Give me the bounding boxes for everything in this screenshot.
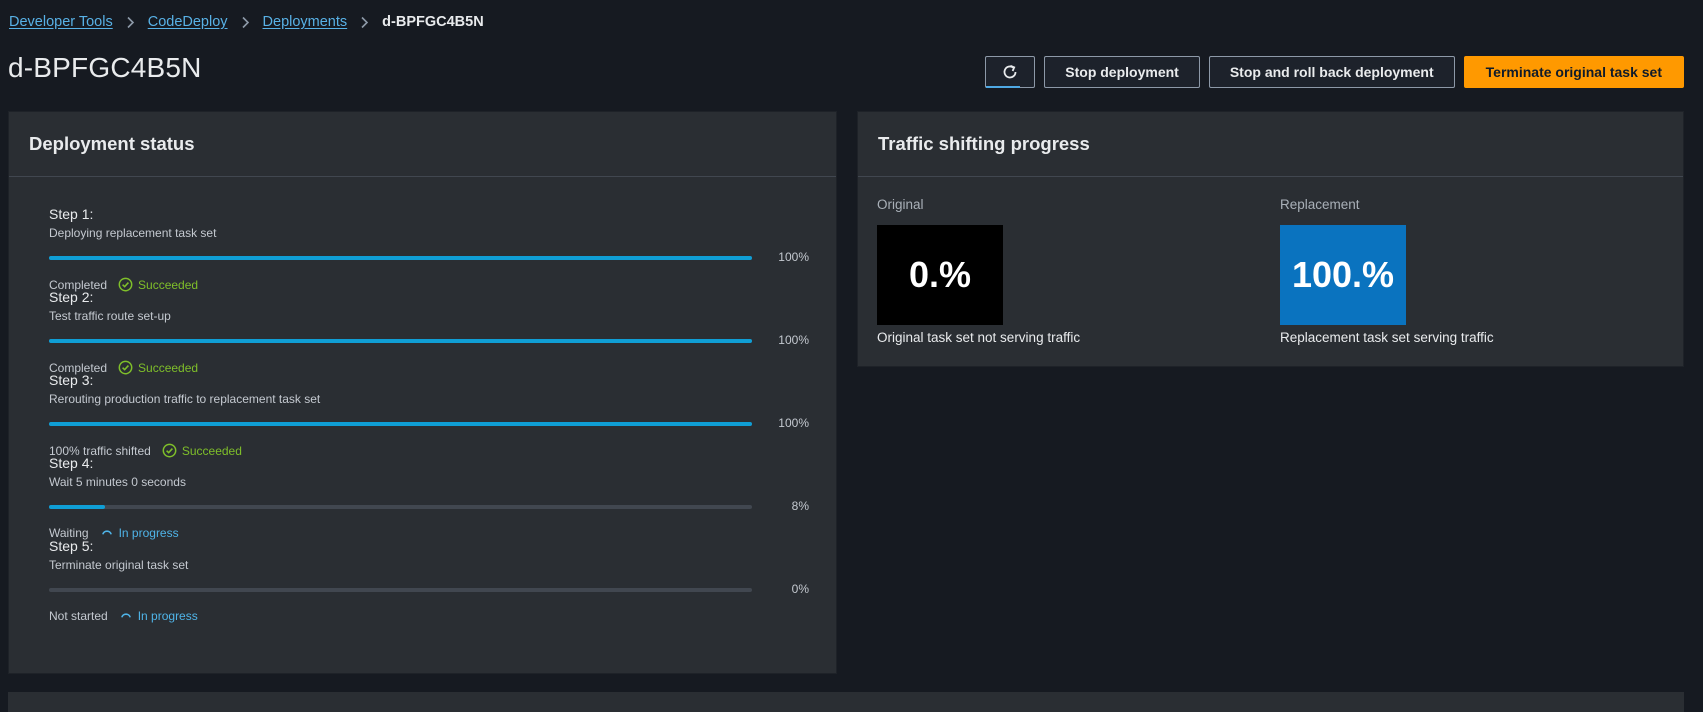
terminate-task-set-button[interactable]: Terminate original task set bbox=[1463, 56, 1684, 88]
traffic-shifting-title: Traffic shifting progress bbox=[858, 112, 1683, 177]
step-title: Step 1: bbox=[49, 206, 94, 222]
progress-track bbox=[49, 422, 752, 426]
original-traffic: Original 0.% Original task set not servi… bbox=[877, 197, 1080, 345]
replacement-label: Replacement bbox=[1280, 197, 1360, 212]
page-title: d-BPFGC4B5N bbox=[8, 52, 202, 83]
step-progress-bar: 8% bbox=[49, 499, 809, 515]
step-title: Step 3: bbox=[49, 372, 94, 388]
breadcrumb-current: d-BPFGC4B5N bbox=[382, 14, 484, 30]
step-progress-bar: 0% bbox=[49, 582, 809, 598]
progress-track bbox=[49, 256, 752, 260]
progress-fill bbox=[49, 256, 752, 260]
deployment-step: Step 1: Deploying replacement task set 100… bbox=[49, 206, 809, 292]
deployment-step: Step 4: Wait 5 minutes 0 seconds 8% Waiting… bbox=[49, 455, 809, 540]
progress-fill bbox=[49, 339, 752, 343]
progress-percent: 0% bbox=[791, 582, 809, 596]
chevron-right-icon bbox=[360, 16, 369, 29]
step-status-label: In progress bbox=[137, 609, 198, 623]
in-progress-spinner-icon bbox=[119, 609, 133, 623]
progress-fill bbox=[49, 422, 752, 426]
breadcrumb-deployments[interactable]: Deployments bbox=[263, 14, 348, 30]
step-description: Deploying replacement task set bbox=[49, 226, 217, 240]
breadcrumb: Developer Tools CodeDeploy Deployments d… bbox=[9, 14, 484, 30]
breadcrumb-codedeploy[interactable]: CodeDeploy bbox=[148, 14, 228, 30]
deployment-status-title: Deployment status bbox=[9, 112, 836, 177]
step-description: Rerouting production traffic to replacem… bbox=[49, 392, 321, 406]
lower-panel-edge bbox=[8, 692, 1684, 712]
traffic-shifting-panel: Traffic shifting progress Original 0.% O… bbox=[857, 111, 1684, 367]
step-progress-bar: 100% bbox=[49, 416, 809, 432]
original-caption: Original task set not serving traffic bbox=[877, 330, 1081, 345]
progress-percent: 100% bbox=[778, 250, 809, 264]
chevron-right-icon bbox=[126, 16, 135, 29]
progress-percent: 100% bbox=[778, 333, 809, 347]
stop-rollback-button[interactable]: Stop and roll back deployment bbox=[1208, 56, 1455, 88]
original-label: Original bbox=[877, 197, 924, 212]
step-description: Terminate original task set bbox=[49, 558, 189, 572]
progress-track bbox=[49, 588, 752, 592]
replacement-caption: Replacement task set serving traffic bbox=[1280, 330, 1494, 345]
step-progress-bar: 100% bbox=[49, 250, 809, 266]
progress-percent: 100% bbox=[778, 416, 809, 430]
step-title: Step 5: bbox=[49, 538, 94, 554]
step-description: Wait 5 minutes 0 seconds bbox=[49, 475, 186, 489]
step-progress-bar: 100% bbox=[49, 333, 809, 349]
step-title: Step 4: bbox=[49, 455, 94, 471]
replacement-traffic: Replacement 100.% Replacement task set s… bbox=[1280, 197, 1494, 345]
original-traffic-value: 0.% bbox=[877, 225, 1003, 325]
step-description: Test traffic route set-up bbox=[49, 309, 171, 323]
progress-percent: 8% bbox=[791, 499, 809, 513]
deployment-step: Step 3: Rerouting production traffic to r… bbox=[49, 372, 809, 458]
deployment-step: Step 2: Test traffic route set-up 100% Comp… bbox=[49, 289, 809, 375]
progress-track bbox=[49, 505, 752, 509]
step-title: Step 2: bbox=[49, 289, 94, 305]
deployment-step: Step 5: Terminate original task set 0% Not … bbox=[49, 538, 809, 623]
refresh-button[interactable] bbox=[985, 56, 1036, 88]
deployment-status-panel: Deployment status Step 1: Deploying repla… bbox=[8, 111, 837, 674]
progress-track bbox=[49, 339, 752, 343]
step-status: Not started In progress bbox=[49, 609, 809, 623]
progress-fill bbox=[49, 505, 106, 509]
action-toolbar: Stop deployment Stop and roll back deplo… bbox=[985, 56, 1684, 88]
stop-deployment-button[interactable]: Stop deployment bbox=[1044, 56, 1200, 88]
chevron-right-icon bbox=[241, 16, 250, 29]
breadcrumb-developer-tools[interactable]: Developer Tools bbox=[9, 14, 113, 30]
refresh-icon bbox=[1001, 63, 1019, 81]
step-state: Not started bbox=[49, 609, 108, 623]
replacement-traffic-value: 100.% bbox=[1280, 225, 1406, 325]
